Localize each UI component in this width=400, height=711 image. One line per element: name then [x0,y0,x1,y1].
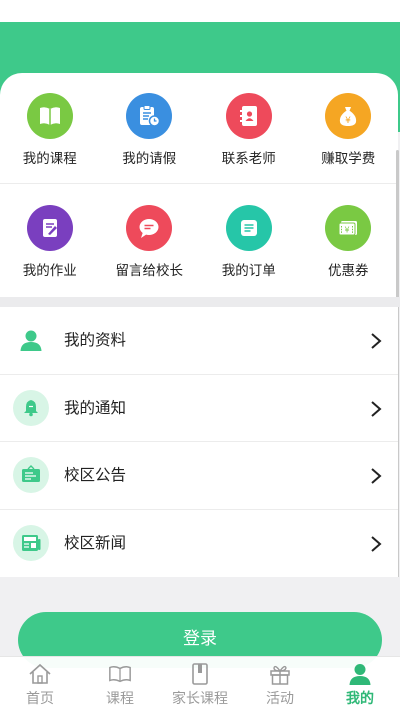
order-icon [225,205,272,251]
bottom-tab-bar: 首页 课程 家长课程 活动 我的 [0,656,400,711]
contacts-icon [225,93,272,139]
grid-item-contact-teacher[interactable]: 联系老师 [199,73,299,183]
grid-item-my-orders[interactable]: 我的订单 [199,185,299,295]
list-item-my-notifications[interactable]: 我的通知 [0,375,398,442]
tab-label: 活动 [266,691,294,707]
tab-courses[interactable]: 课程 [80,657,160,711]
grid-item-my-leave[interactable]: 我的请假 [100,73,200,183]
list-item-my-profile[interactable]: 我的资料 [0,307,398,375]
grid-label: 我的订单 [221,263,276,279]
grid-item-message-principal[interactable]: 留言给校长 [100,185,200,295]
grid-label: 赚取学费 [321,151,376,167]
notebook-icon [188,662,212,686]
feature-grid-card: 我的课程 我的请假 联系老师 ¥ 赚取学费 我的作业 留言给校长 我的订单 ¥ … [0,73,398,297]
chevron-right-icon [371,400,382,417]
grid-label: 优惠券 [328,263,369,279]
tab-label: 家长课程 [172,691,228,707]
tab-home[interactable]: 首页 [0,657,80,711]
notice-board-icon [13,457,49,493]
list-item-label: 我的资料 [64,331,127,349]
message-icon [126,205,173,251]
status-bar [0,0,400,22]
open-book-icon [108,662,132,686]
bell-icon [13,389,49,426]
grid-item-coupons[interactable]: ¥ 优惠券 [299,185,399,295]
svg-text:¥: ¥ [345,116,351,126]
coupon-icon: ¥ [325,205,372,251]
grid-label: 我的课程 [22,151,77,167]
homework-icon [26,205,73,251]
grid-item-my-courses[interactable]: 我的课程 [0,73,100,183]
section-gap [0,297,400,307]
home-icon [28,662,52,686]
grid-item-my-homework[interactable]: 我的作业 [0,185,100,295]
money-bag-icon: ¥ [325,93,372,139]
row-divider [0,183,398,184]
gift-icon [268,662,292,686]
clipboard-clock-icon [126,93,173,139]
menu-list: 我的资料 我的通知 校区公告 校区新闻 [0,307,398,577]
grid-label: 留言给校长 [115,263,184,279]
list-item-campus-notices[interactable]: 校区公告 [0,442,398,510]
book-icon [26,93,73,139]
list-item-campus-news[interactable]: 校区新闻 [0,510,398,578]
user-icon [13,322,49,358]
list-item-label: 校区公告 [64,466,127,484]
tab-label: 首页 [26,691,54,707]
tab-mine[interactable]: 我的 [320,657,400,711]
svg-text:¥: ¥ [345,226,350,235]
tab-label: 课程 [106,691,134,707]
chevron-right-icon [371,333,382,349]
chevron-right-icon [371,468,382,484]
list-item-label: 我的通知 [64,398,127,417]
feature-grid-row-2: 我的作业 留言给校长 我的订单 ¥ 优惠券 [0,185,398,295]
tab-activities[interactable]: 活动 [240,657,320,711]
grid-label: 我的作业 [22,263,77,279]
grid-label: 联系老师 [221,151,276,167]
chevron-right-icon [371,535,382,552]
tab-parent-courses[interactable]: 家长课程 [160,657,240,711]
feature-grid-row-1: 我的课程 我的请假 联系老师 ¥ 赚取学费 [0,73,398,183]
grid-label: 我的请假 [122,151,177,167]
profile-icon [348,662,372,686]
list-item-label: 校区新闻 [64,533,127,552]
newspaper-icon [13,524,49,561]
grid-item-earn-tuition[interactable]: ¥ 赚取学费 [299,73,399,183]
tab-label: 我的 [346,691,374,707]
